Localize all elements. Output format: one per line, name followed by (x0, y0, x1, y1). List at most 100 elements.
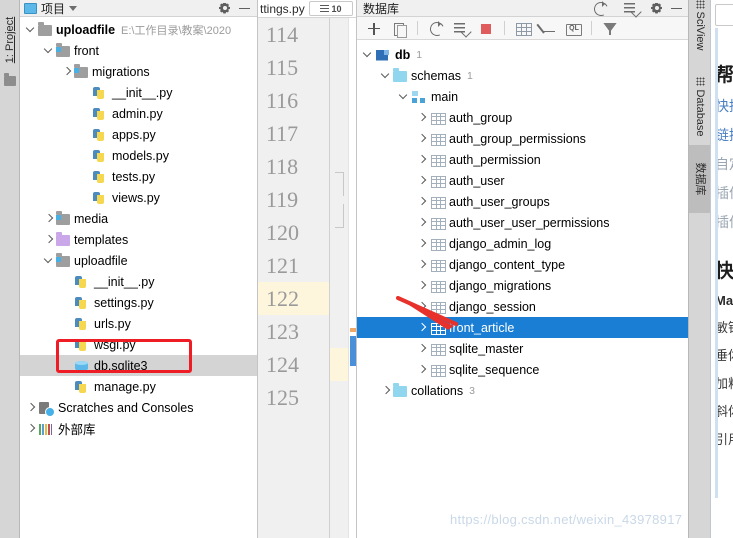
chevron-right-icon[interactable] (415, 212, 429, 233)
project-tree-item[interactable]: media (20, 208, 257, 229)
project-file-tree[interactable]: uploadfile E:\工作目录\教案\2020 front migrations… (20, 17, 257, 538)
project-tree-item[interactable]: __init__.py (20, 271, 257, 292)
database-tree-item[interactable]: django_admin_log (357, 233, 688, 254)
sync-icon[interactable] (450, 19, 472, 38)
help-panel-search-box[interactable] (715, 4, 733, 26)
chevron-right-icon[interactable] (415, 191, 429, 212)
chevron-down-icon[interactable] (42, 250, 56, 271)
chevron-right-icon[interactable] (415, 275, 429, 296)
project-tree-item[interactable]: views.py (20, 187, 257, 208)
gear-icon[interactable] (651, 3, 662, 14)
project-tree-item[interactable]: urls.py (20, 313, 257, 334)
project-tree-item[interactable]: templates (20, 229, 257, 250)
database-tree-item-label: django_content_type (449, 257, 566, 272)
chevron-down-icon[interactable] (42, 40, 56, 61)
project-tree-item[interactable]: uploadfile E:\工作目录\教案\2020 (20, 19, 257, 40)
chevron-down-icon[interactable] (69, 5, 78, 11)
project-tree-item[interactable]: db.sqlite3 (20, 355, 257, 376)
chevron-right-icon[interactable] (415, 170, 429, 191)
gear-icon[interactable] (219, 3, 230, 14)
code-fold-marker-start-icon[interactable] (335, 172, 344, 196)
chevron-right-icon[interactable] (42, 208, 56, 229)
sidebar-tab-database[interactable]: Database (689, 73, 711, 141)
sidebar-tab-sciview[interactable]: SciView (689, 0, 711, 59)
project-panel-icon (24, 2, 37, 14)
database-tree-item[interactable]: auth_user_user_permissions (357, 212, 688, 233)
project-tree-item[interactable]: tests.py (20, 166, 257, 187)
database-tree-item[interactable]: auth_user_groups (357, 191, 688, 212)
chevron-down-icon[interactable] (397, 86, 411, 107)
table-icon[interactable] (512, 19, 534, 38)
chevron-right-icon[interactable] (24, 418, 38, 439)
chevron-right-icon[interactable] (415, 359, 429, 380)
database-tree-item-label: auth_user_user_permissions (449, 215, 610, 230)
database-tree-item[interactable]: sqlite_sequence (357, 359, 688, 380)
project-tree-item[interactable]: models.py (20, 145, 257, 166)
project-tree-item[interactable]: migrations (20, 61, 257, 82)
filter-icon[interactable] (599, 19, 621, 38)
chevron-right-icon[interactable] (415, 317, 429, 338)
table-icon (429, 215, 446, 231)
code-fold-marker-end-icon[interactable] (335, 204, 344, 228)
line-count-chip-label: 10 (331, 3, 342, 14)
project-tree-item[interactable]: uploadfile (20, 250, 257, 271)
project-tree-item[interactable]: front (20, 40, 257, 61)
chevron-right-icon[interactable] (60, 61, 74, 82)
database-tree-item[interactable]: auth_group_permissions (357, 128, 688, 149)
chevron-down-icon[interactable] (24, 19, 38, 40)
database-object-tree[interactable]: db 1 schemas 1 main auth_group auth_group_perm… (357, 40, 688, 538)
chevron-right-icon[interactable] (415, 254, 429, 275)
database-tree-item[interactable]: auth_user (357, 170, 688, 191)
database-tree-item[interactable]: django_migrations (357, 275, 688, 296)
sidebar-tab-shujuku[interactable]: 数据库 (689, 145, 711, 213)
project-tree-item[interactable]: wsgi.py (20, 334, 257, 355)
line-number: 117 (266, 121, 299, 146)
chevron-right-icon[interactable] (415, 149, 429, 170)
collapse-all-icon[interactable] (620, 0, 642, 18)
editor-text-area[interactable] (348, 18, 356, 538)
project-tree-item[interactable]: admin.py (20, 103, 257, 124)
database-tree-item[interactable]: front_article (357, 317, 688, 338)
database-tree-item[interactable]: db 1 (357, 44, 688, 65)
chevron-right-icon[interactable] (415, 128, 429, 149)
sidebar-tab-project[interactable]: 1: Project (0, 10, 20, 70)
folder-cyan-icon (393, 68, 407, 82)
line-count-chip[interactable]: 10 (309, 1, 353, 16)
database-tree-item[interactable]: django_session (357, 296, 688, 317)
chevron-right-icon[interactable] (42, 229, 56, 250)
line-number: 123 (266, 319, 299, 344)
chevron-right-icon[interactable] (379, 380, 393, 401)
database-tree-item[interactable]: main (357, 86, 688, 107)
database-tree-item[interactable]: auth_group (357, 107, 688, 128)
refresh-icon[interactable] (425, 19, 447, 38)
ql-icon[interactable] (562, 19, 584, 38)
chevron-right-icon[interactable] (415, 296, 429, 317)
project-tree-item[interactable]: apps.py (20, 124, 257, 145)
database-tree-item[interactable]: schemas 1 (357, 65, 688, 86)
project-tree-item[interactable]: __init__.py (20, 82, 257, 103)
chevron-right-icon[interactable] (24, 397, 38, 418)
help-circle-icon[interactable] (589, 0, 611, 18)
database-toolbar (357, 17, 688, 40)
copy-icon[interactable] (388, 19, 410, 38)
database-tree-item[interactable]: auth_permission (357, 149, 688, 170)
project-tree-item-label: models.py (112, 148, 169, 163)
minimize-icon[interactable] (671, 7, 682, 9)
database-tree-item[interactable]: sqlite_master (357, 338, 688, 359)
project-tree-item[interactable]: manage.py (20, 376, 257, 397)
project-tree-item[interactable]: 外部库 (20, 418, 257, 439)
plus-icon[interactable] (363, 19, 385, 38)
project-tree-item[interactable]: Scratches and Consoles (20, 397, 257, 418)
chevron-right-icon[interactable] (415, 338, 429, 359)
pencil-icon[interactable] (537, 19, 559, 38)
chevron-down-icon[interactable] (379, 65, 393, 86)
minimize-icon[interactable] (239, 7, 250, 9)
project-tree-item[interactable]: settings.py (20, 292, 257, 313)
stop-icon[interactable] (475, 19, 497, 38)
chevron-down-icon[interactable] (361, 44, 375, 65)
chevron-right-icon[interactable] (415, 233, 429, 254)
editor-tab-settings-py[interactable]: ttings.py (258, 2, 305, 16)
chevron-right-icon[interactable] (415, 107, 429, 128)
database-tree-item[interactable]: collations 3 (357, 380, 688, 401)
database-tree-item[interactable]: django_content_type (357, 254, 688, 275)
